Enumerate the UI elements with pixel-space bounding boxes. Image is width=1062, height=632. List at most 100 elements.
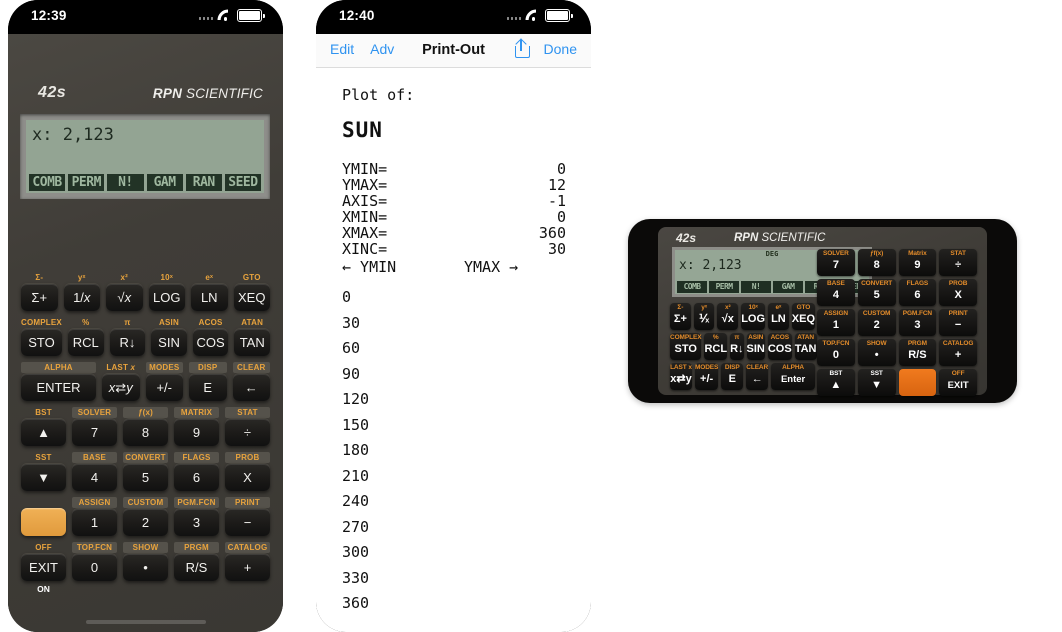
key-6[interactable]: 6 bbox=[174, 463, 219, 491]
fn-key-xeq[interactable]: GTO XEQ bbox=[791, 303, 816, 330]
num-key-0[interactable]: TOP.FCN 0 bbox=[817, 339, 855, 366]
fn-key-r[interactable]: π R↓ bbox=[730, 333, 744, 360]
key-x[interactable]: X bbox=[225, 463, 270, 491]
key-5[interactable]: 5 bbox=[123, 463, 168, 491]
home-indicator[interactable] bbox=[85, 620, 206, 624]
key-cell: eˣ LN bbox=[768, 303, 789, 330]
num-key-orange-shift[interactable]: SHOW • bbox=[857, 339, 896, 366]
key-tan[interactable]: TAN bbox=[234, 328, 271, 356]
key-cell: PRINT − bbox=[939, 309, 977, 336]
key-1/x[interactable]: 1/x bbox=[63, 283, 100, 311]
key-e[interactable]: E bbox=[189, 373, 227, 401]
key-cos[interactable]: COS bbox=[192, 328, 229, 356]
fn-key-orange-shift[interactable]: yˣ ⅟ₓ bbox=[693, 303, 715, 330]
num-key-5[interactable]: CONVERT 5 bbox=[857, 279, 896, 306]
lcd-soft-menu[interactable]: COMB PERM N! GAM RAN SEED bbox=[29, 174, 262, 191]
key-orange-shift[interactable]: + bbox=[225, 553, 270, 581]
key-sto[interactable]: STO bbox=[21, 328, 62, 356]
num-key-r/s[interactable]: PRGM R/S bbox=[898, 339, 937, 366]
landscape-soft-key-n[interactable]: N! bbox=[741, 281, 771, 293]
fn-key-tan[interactable]: ATAN TAN bbox=[794, 333, 817, 360]
key-r[interactable]: R↓ bbox=[109, 328, 146, 356]
key-1[interactable]: 1 bbox=[72, 508, 117, 536]
key-orange-shift[interactable]: • bbox=[123, 553, 168, 581]
key-main-label: 8 bbox=[873, 259, 880, 271]
key-4[interactable]: 4 bbox=[72, 463, 117, 491]
num-key-4[interactable]: BASE 4 bbox=[817, 279, 855, 306]
printout-function-name: SUN bbox=[342, 118, 383, 142]
fn-key-enter[interactable]: ALPHA Enter bbox=[771, 363, 816, 390]
key-cell: π R↓ bbox=[107, 317, 149, 356]
key-ln[interactable]: LN bbox=[191, 283, 228, 311]
key-shift-label: DISP bbox=[724, 364, 740, 371]
key-orange-shift[interactable]: − bbox=[225, 508, 270, 536]
share-icon[interactable] bbox=[514, 38, 530, 58]
key-cell: CONVERT 5 bbox=[857, 279, 896, 306]
soft-key-gam[interactable]: GAM bbox=[146, 174, 183, 191]
num-key-exit[interactable]: OFF EXIT bbox=[939, 369, 977, 396]
key-3[interactable]: 3 bbox=[174, 508, 219, 536]
fn-key-orange-shift[interactable]: Σ- Σ+ bbox=[670, 303, 691, 330]
key-9[interactable]: 9 bbox=[174, 418, 219, 446]
key-enter[interactable]: ENTER bbox=[21, 373, 96, 401]
num-key-orange-shift[interactable]: SST ▼ bbox=[857, 369, 896, 396]
fn-key-ln[interactable]: eˣ LN bbox=[768, 303, 789, 330]
key-exit[interactable]: EXIT bbox=[21, 553, 66, 581]
key-8[interactable]: 8 bbox=[123, 418, 168, 446]
fn-key-e[interactable]: DISP E bbox=[721, 363, 744, 390]
key-shift-label: ƒ(x) bbox=[123, 407, 168, 418]
key-7[interactable]: 7 bbox=[72, 418, 117, 446]
key-r/s[interactable]: R/S bbox=[174, 553, 219, 581]
key-orange-shift[interactable]: ← bbox=[232, 373, 270, 401]
num-key-8[interactable]: ƒf(x) 8 bbox=[857, 249, 896, 276]
num-key-orange-shift[interactable]: STAT ÷ bbox=[939, 249, 977, 276]
num-key-x[interactable]: PROB X bbox=[939, 279, 977, 306]
key-x[interactable]: √ x bbox=[106, 283, 143, 311]
soft-key-n[interactable]: N! bbox=[107, 174, 144, 191]
soft-key-perm[interactable]: PERM bbox=[68, 174, 105, 191]
key-orange-shift[interactable]: Σ+ bbox=[21, 283, 58, 311]
landscape-soft-key-comb[interactable]: COMB bbox=[677, 281, 707, 293]
fn-key-log[interactable]: 10ˣ LOG bbox=[741, 303, 766, 330]
key-rcl[interactable]: RCL bbox=[67, 328, 104, 356]
num-key-9[interactable]: Matrix 9 bbox=[898, 249, 937, 276]
num-key-2[interactable]: CUSTOM 2 bbox=[857, 309, 896, 336]
key-log[interactable]: LOG bbox=[148, 283, 185, 311]
num-key-orangeshift[interactable] bbox=[898, 369, 937, 396]
num-key-orange-shift[interactable]: BST ▲ bbox=[817, 369, 855, 396]
landscape-soft-key-perm[interactable]: PERM bbox=[709, 281, 739, 293]
fn-key-xy[interactable]: LAST x x⇄y bbox=[670, 363, 692, 390]
key-shift-label: ASSIGN bbox=[72, 497, 117, 508]
num-key-orange-shift[interactable]: CATALOG + bbox=[939, 339, 977, 366]
key-xeq[interactable]: XEQ bbox=[233, 283, 270, 311]
printout-tape[interactable]: Plot of: SUN YMIN= 0 YMAX= 12 AXIS= -1 XMIN= 0 X… bbox=[316, 68, 591, 632]
landscape-soft-key-gam[interactable]: GAM bbox=[773, 281, 803, 293]
fn-key-cos[interactable]: ACOS COS bbox=[767, 333, 792, 360]
num-key-1[interactable]: ASSIGN 1 bbox=[817, 309, 855, 336]
fn-key-/[interactable]: MODES +/- bbox=[694, 363, 718, 390]
fn-key-x[interactable]: x² √x bbox=[717, 303, 739, 330]
num-key-3[interactable]: PGM.FCN 3 bbox=[898, 309, 937, 336]
key-shift-label: FLAGS bbox=[174, 452, 219, 463]
key-orange-shift[interactable]: ÷ bbox=[225, 418, 270, 446]
key-/[interactable]: +/- bbox=[145, 373, 183, 401]
lcd-display[interactable]: x: 2,123 COMB PERM N! GAM RAN SEED bbox=[26, 120, 264, 193]
soft-key-comb[interactable]: COMB bbox=[29, 174, 66, 191]
key-orangeshift[interactable] bbox=[21, 508, 66, 536]
key-orange-shift[interactable]: ▼ bbox=[21, 463, 66, 491]
num-key-6[interactable]: FLAGS 6 bbox=[898, 279, 937, 306]
num-key-7[interactable]: SOLVER 7 bbox=[817, 249, 855, 276]
key-0[interactable]: 0 bbox=[72, 553, 117, 581]
soft-key-ran[interactable]: RAN bbox=[185, 174, 222, 191]
key-2[interactable]: 2 bbox=[123, 508, 168, 536]
fn-key-sto[interactable]: COMPLEX STO bbox=[670, 333, 702, 360]
fn-key-rcl[interactable]: % RCL bbox=[704, 333, 728, 360]
num-key-orange-shift[interactable]: PRINT − bbox=[939, 309, 977, 336]
key-sin[interactable]: SIN bbox=[151, 328, 187, 356]
done-button[interactable]: Done bbox=[544, 41, 577, 57]
soft-key-seed[interactable]: SEED bbox=[224, 174, 262, 191]
key-orange-shift[interactable]: ▲ bbox=[21, 418, 66, 446]
fn-key-sin[interactable]: ASIN SIN bbox=[746, 333, 765, 360]
fn-key-orange-shift[interactable]: CLEAR ← bbox=[746, 363, 768, 390]
key-xy[interactable]: x ⇄ y bbox=[102, 373, 140, 401]
